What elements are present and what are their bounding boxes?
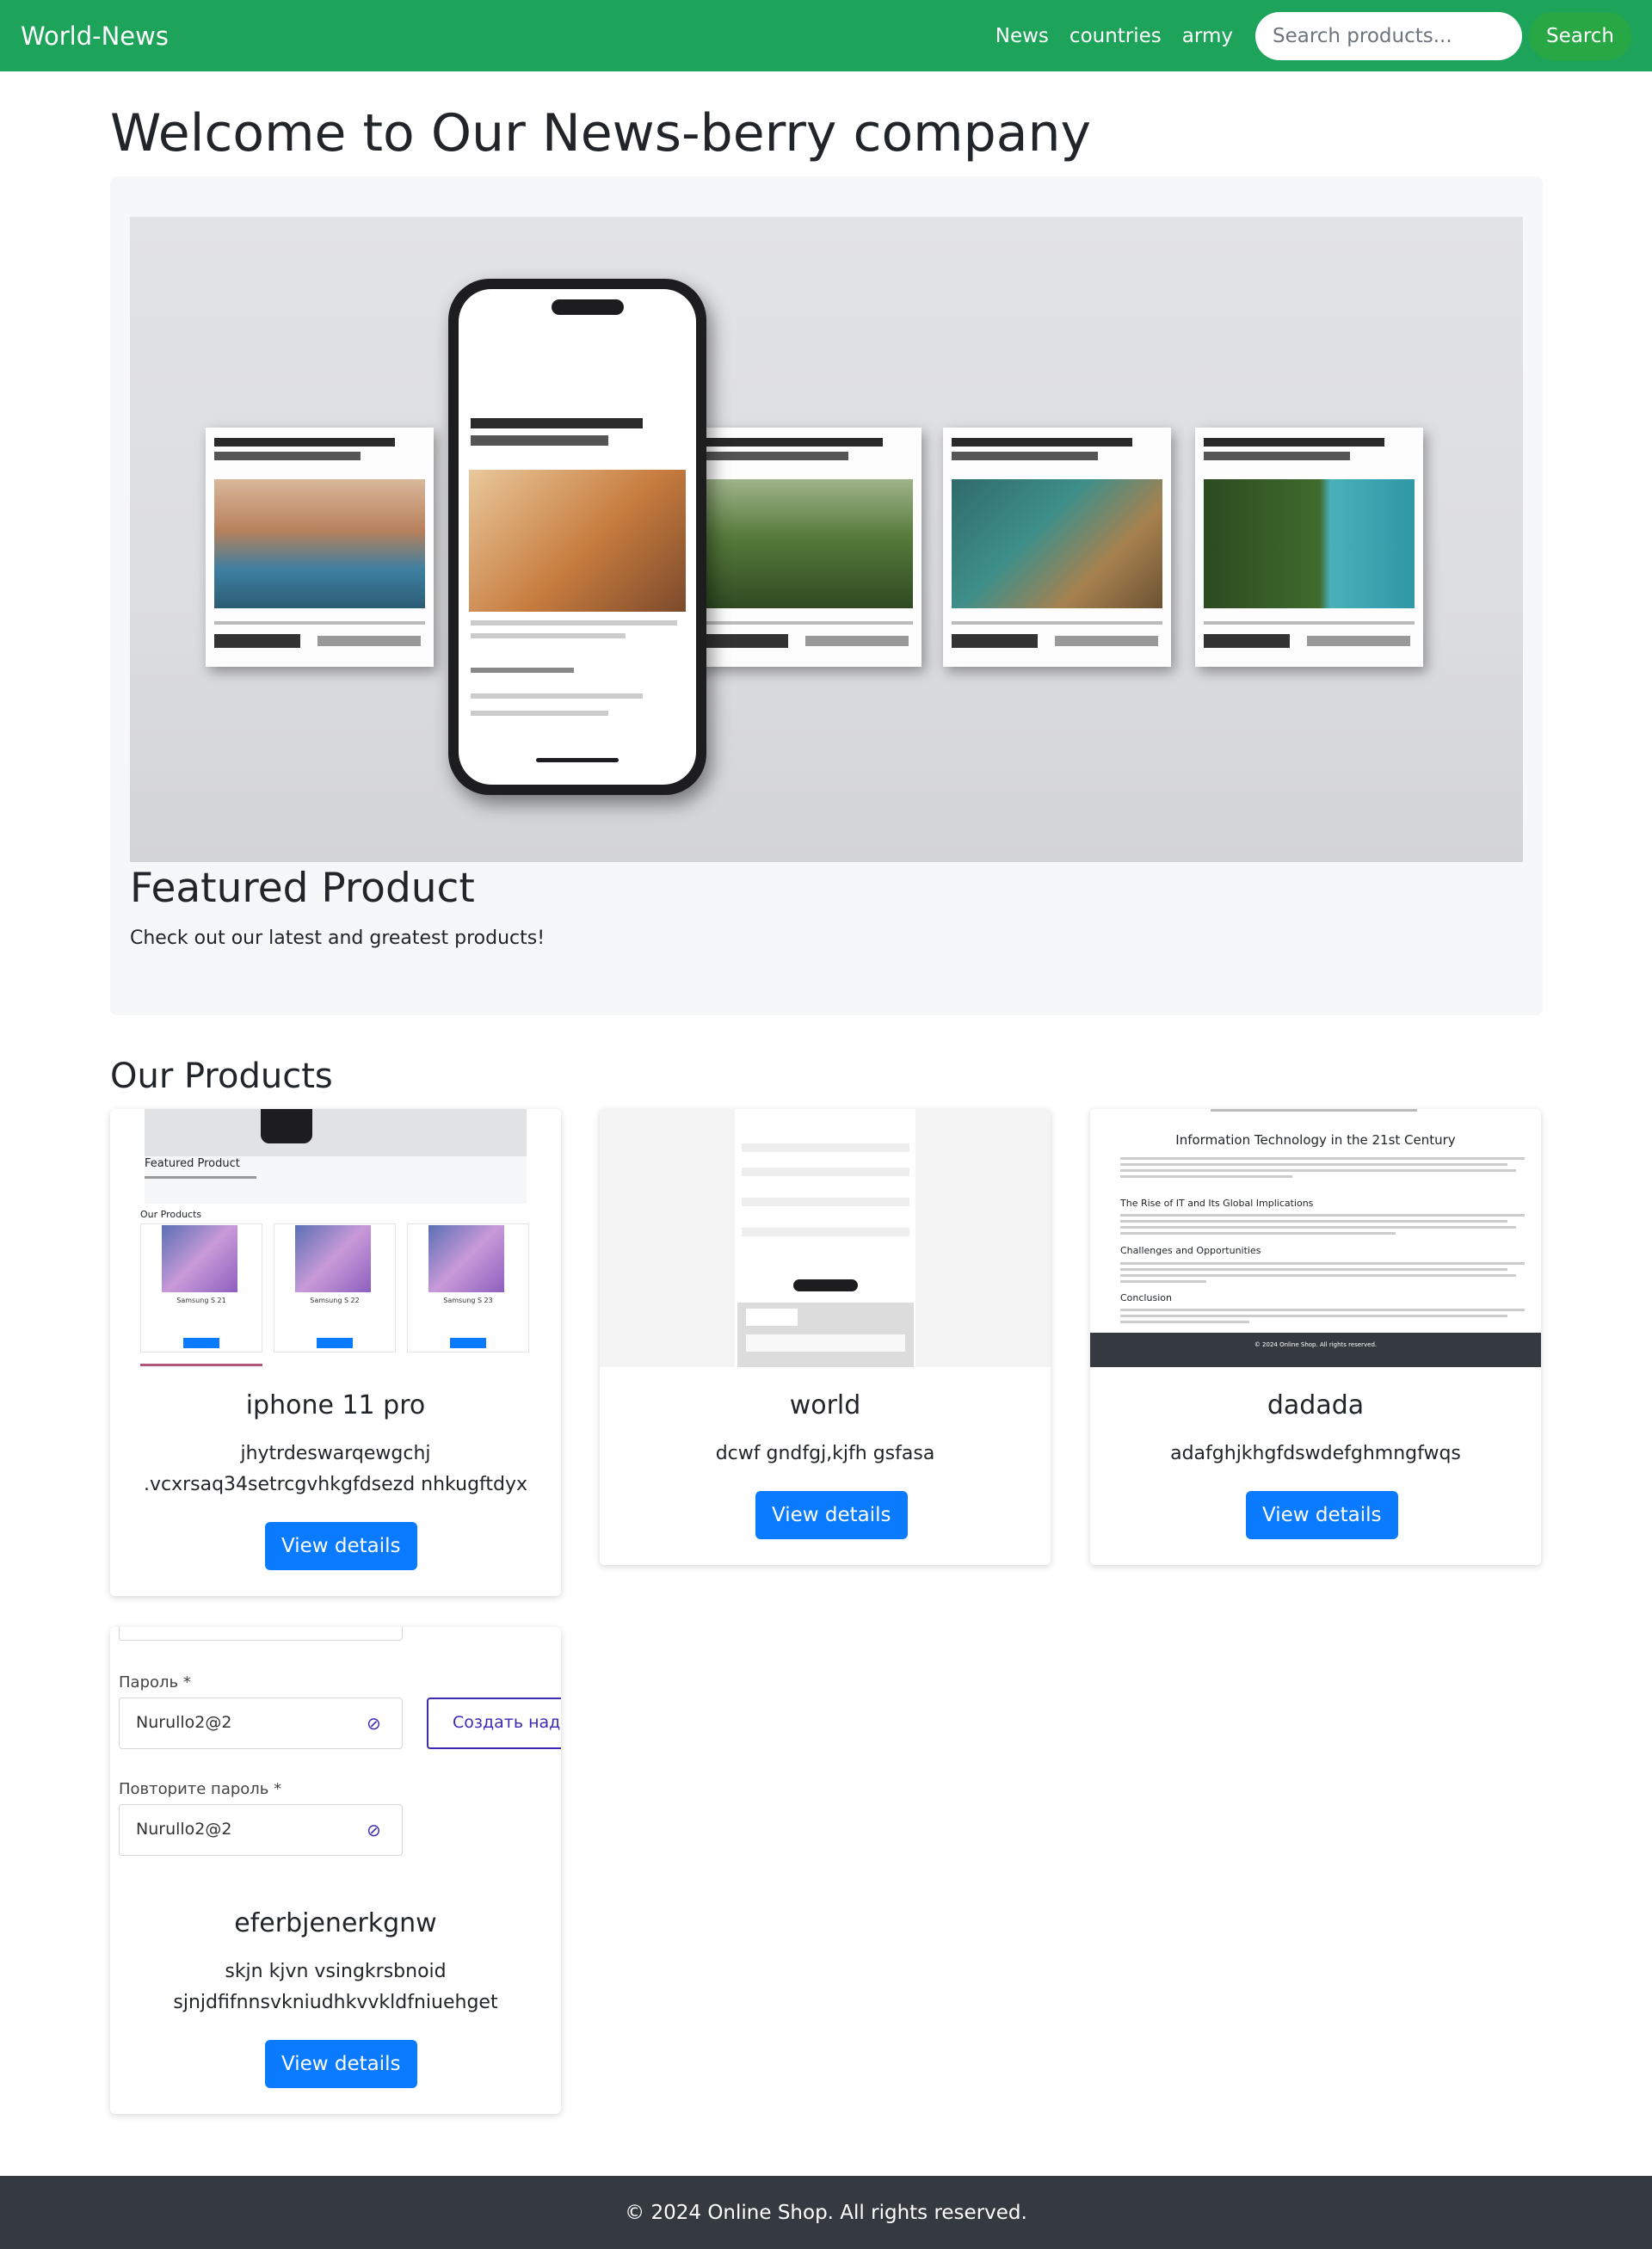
- poster-image: [943, 428, 1171, 667]
- poster-image: [693, 428, 922, 667]
- thumb-featured: Featured Product: [145, 1157, 240, 1170]
- product-card: Featured Product Our Products Samsung S …: [110, 1109, 561, 1596]
- thumb-article-title: Information Technology in the 21st Centu…: [1175, 1132, 1456, 1148]
- products-title: Our Products: [110, 1057, 333, 1096]
- nav-links: News countries army: [996, 25, 1233, 47]
- thumb-repeat-value: Nurullo2@2: [136, 1820, 232, 1839]
- view-details-button[interactable]: View details: [265, 1522, 417, 1570]
- view-details-button[interactable]: View details: [265, 2040, 417, 2088]
- product-description: jhytrdeswarqewgchj .vcxrsaq34setrcgvhkgf…: [143, 1443, 528, 1495]
- hero-heading: Featured Product: [130, 865, 475, 912]
- nav-link-countries[interactable]: countries: [1069, 25, 1162, 47]
- product-title: eferbjenerkgnw: [234, 1908, 437, 1938]
- footer-text: © 2024 Online Shop. All rights reserved.: [625, 2201, 1027, 2224]
- hero-section: Featured Product Check out our latest an…: [110, 176, 1543, 1015]
- product-title: world: [789, 1390, 861, 1420]
- thumb-password-value: Nurullo2@2: [136, 1713, 232, 1732]
- product-title: dadada: [1267, 1390, 1365, 1420]
- nav-link-army[interactable]: army: [1182, 25, 1233, 47]
- thumb-article-heading: The Rise of IT and Its Global Implicatio…: [1120, 1198, 1314, 1209]
- product-card: world dcwf gndfgj,kjfh gsfasa View detai…: [600, 1109, 1051, 1565]
- footer: © 2024 Online Shop. All rights reserved.: [0, 2176, 1652, 2249]
- product-image: Пароль * Nurullo2@2 ⊘ Создать наде Повто…: [110, 1627, 561, 1885]
- thumb-article-heading: Challenges and Opportunities: [1120, 1245, 1261, 1256]
- poster-image: [206, 428, 434, 667]
- thumb-item: Samsung S 22: [310, 1297, 360, 1304]
- eye-off-icon: ⊘: [367, 1820, 381, 1840]
- product-card: Пароль * Nurullo2@2 ⊘ Создать наде Повто…: [110, 1627, 561, 2114]
- thumb-section: Our Products: [140, 1209, 202, 1220]
- view-details-button[interactable]: View details: [1246, 1491, 1398, 1539]
- product-description: dcwf gndfgj,kjfh gsfasa: [715, 1443, 935, 1464]
- thumb-item: Samsung S 21: [176, 1297, 226, 1304]
- search-input[interactable]: [1254, 11, 1522, 60]
- product-image: Featured Product Our Products Samsung S …: [110, 1109, 561, 1367]
- product-image: Information Technology in the 21st Centu…: [1090, 1109, 1541, 1367]
- search-button[interactable]: Search: [1528, 11, 1631, 60]
- nav-link-news[interactable]: News: [996, 25, 1049, 47]
- hero-text: Check out our latest and greatest produc…: [130, 927, 546, 949]
- thumb-article-heading: Conclusion: [1120, 1292, 1172, 1303]
- product-description: skjn kjvn vsingkrsbnoid sjnjdfifnnsvkniu…: [173, 1961, 498, 2013]
- eye-off-icon: ⊘: [367, 1713, 381, 1734]
- hero-image: [130, 217, 1523, 862]
- phone-mockup: [448, 279, 706, 795]
- thumb-item: Samsung S 23: [443, 1297, 493, 1304]
- view-details-button[interactable]: View details: [755, 1491, 908, 1539]
- brand-link[interactable]: World-News: [21, 22, 169, 51]
- thumb-create-button: Создать наде: [427, 1698, 561, 1749]
- product-description: adafghjkhgfdswdefghmngfwqs: [1170, 1443, 1461, 1464]
- thumb-repeat-label: Повторите пароль *: [119, 1780, 282, 1798]
- product-title: iphone 11 pro: [245, 1390, 426, 1420]
- navbar: World-News News countries army Search: [0, 0, 1652, 71]
- poster-image: [1195, 428, 1423, 667]
- product-image: [600, 1109, 1051, 1367]
- product-card: Information Technology in the 21st Centu…: [1090, 1109, 1541, 1565]
- thumb-footer: © 2024 Online Shop. All rights reserved.: [1254, 1341, 1378, 1348]
- thumb-password-label: Пароль *: [119, 1673, 191, 1691]
- page-title: Welcome to Our News-berry company: [110, 103, 1091, 163]
